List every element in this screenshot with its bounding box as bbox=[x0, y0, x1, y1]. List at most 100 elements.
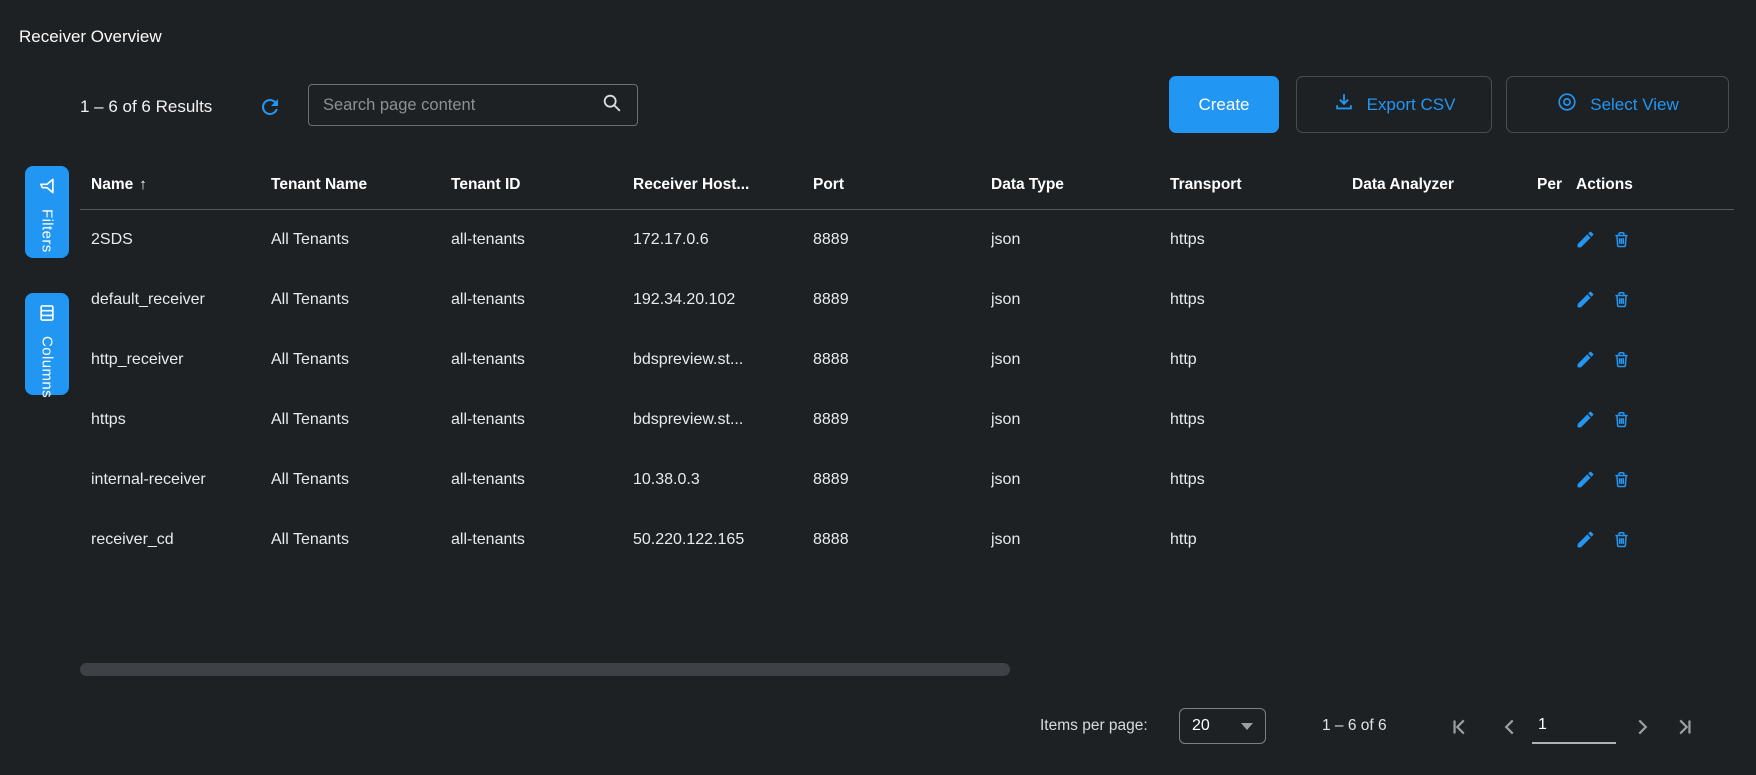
column-header-port[interactable]: Port bbox=[813, 176, 991, 194]
first-page-icon bbox=[1448, 715, 1472, 739]
column-header-transport[interactable]: Transport bbox=[1170, 176, 1352, 194]
sort-ascending-icon: ↑ bbox=[139, 176, 147, 193]
delete-trash-icon[interactable] bbox=[1610, 409, 1632, 431]
table-row: 2SDSAll Tenantsall-tenants172.17.0.68889… bbox=[80, 210, 1734, 270]
table-row: default_receiverAll Tenantsall-tenants19… bbox=[80, 270, 1734, 330]
next-page-button[interactable] bbox=[1630, 715, 1654, 739]
edit-pencil-icon[interactable] bbox=[1574, 529, 1596, 551]
cell-actions bbox=[1568, 349, 1734, 371]
refresh-icon bbox=[258, 106, 282, 123]
cell-name: https bbox=[91, 411, 271, 429]
cell-receiver_host: 172.17.0.6 bbox=[633, 231, 813, 249]
cell-port: 8889 bbox=[813, 471, 991, 489]
cell-receiver_host: 10.38.0.3 bbox=[633, 471, 813, 489]
table-columns-icon bbox=[37, 303, 57, 328]
cell-data_type: json bbox=[991, 351, 1170, 369]
cell-port: 8889 bbox=[813, 291, 991, 309]
cell-data_type: json bbox=[991, 531, 1170, 549]
cell-tenant_id: all-tenants bbox=[451, 351, 633, 369]
filters-tab-label: Filters bbox=[39, 209, 56, 253]
cell-actions bbox=[1568, 409, 1734, 431]
eye-icon bbox=[1556, 91, 1578, 118]
cell-port: 8889 bbox=[813, 231, 991, 249]
delete-trash-icon[interactable] bbox=[1610, 289, 1632, 311]
column-header-receiver_host[interactable]: Receiver Host... bbox=[633, 176, 813, 194]
column-header-data_analyzer[interactable]: Data Analyzer bbox=[1352, 176, 1537, 194]
search-icon bbox=[601, 92, 623, 119]
cell-tenant_id: all-tenants bbox=[451, 411, 633, 429]
page-number-field bbox=[1532, 708, 1616, 744]
export-csv-button[interactable]: Export CSV bbox=[1296, 76, 1492, 133]
cell-tenant_id: all-tenants bbox=[451, 291, 633, 309]
delete-trash-icon[interactable] bbox=[1610, 229, 1632, 251]
results-count: 1 – 6 of 6 Results bbox=[80, 97, 212, 117]
sidebar-tab-columns[interactable]: Columns bbox=[25, 293, 69, 395]
cell-tenant_name: All Tenants bbox=[271, 231, 451, 249]
delete-trash-icon[interactable] bbox=[1610, 529, 1632, 551]
receivers-table: Name↑Tenant Name Tenant IDReceiver Host..… bbox=[80, 160, 1734, 570]
column-header-per[interactable]: Per bbox=[1537, 176, 1563, 194]
table-row: httpsAll Tenantsall-tenantsbdspreview.st… bbox=[80, 390, 1734, 450]
sidebar-tab-filters[interactable]: Filters bbox=[25, 166, 69, 258]
cell-tenant_id: all-tenants bbox=[451, 231, 633, 249]
column-header-label: Receiver Host... bbox=[633, 176, 749, 193]
column-header-label: Data Analyzer bbox=[1352, 176, 1454, 193]
cell-tenant_name: All Tenants bbox=[271, 351, 451, 369]
table-body: 2SDSAll Tenantsall-tenants172.17.0.68889… bbox=[80, 210, 1734, 570]
items-per-page-select[interactable]: 20 bbox=[1179, 708, 1266, 744]
edit-pencil-icon[interactable] bbox=[1574, 289, 1596, 311]
table-row: receiver_cdAll Tenantsall-tenants50.220.… bbox=[80, 510, 1734, 570]
table-row: http_receiverAll Tenantsall-tenantsbdspr… bbox=[80, 330, 1734, 390]
cell-tenant_name: All Tenants bbox=[271, 471, 451, 489]
create-button[interactable]: Create bbox=[1169, 76, 1279, 133]
first-page-button[interactable] bbox=[1448, 715, 1472, 739]
pagination-range: 1 – 6 of 6 bbox=[1322, 708, 1387, 744]
cell-transport: https bbox=[1170, 231, 1352, 249]
delete-trash-icon[interactable] bbox=[1610, 469, 1632, 491]
cell-receiver_host: bdspreview.st... bbox=[633, 411, 813, 429]
cell-port: 8888 bbox=[813, 531, 991, 549]
cell-tenant_name: All Tenants bbox=[271, 411, 451, 429]
column-header-label: Transport bbox=[1170, 176, 1241, 193]
cell-name: http_receiver bbox=[91, 351, 271, 369]
refresh-button[interactable] bbox=[258, 95, 282, 119]
column-header-tenant_id[interactable]: Tenant ID bbox=[451, 176, 633, 194]
delete-trash-icon[interactable] bbox=[1610, 349, 1632, 371]
cell-receiver_host: bdspreview.st... bbox=[633, 351, 813, 369]
column-header-actions: Actions bbox=[1568, 176, 1734, 194]
cell-transport: https bbox=[1170, 411, 1352, 429]
page-number-input[interactable] bbox=[1532, 708, 1616, 742]
cell-transport: https bbox=[1170, 471, 1352, 489]
cell-receiver_host: 50.220.122.165 bbox=[633, 531, 813, 549]
column-header-tenant_name[interactable]: Tenant Name bbox=[271, 176, 451, 194]
edit-pencil-icon[interactable] bbox=[1574, 469, 1596, 491]
chevron-down-icon bbox=[1241, 723, 1253, 730]
previous-page-icon bbox=[1498, 715, 1522, 739]
cell-actions bbox=[1568, 229, 1734, 251]
cell-transport: https bbox=[1170, 291, 1352, 309]
next-page-icon bbox=[1630, 715, 1654, 739]
previous-page-button[interactable] bbox=[1498, 715, 1522, 739]
column-header-label: Per bbox=[1537, 176, 1562, 193]
select-view-button[interactable]: Select View bbox=[1506, 76, 1729, 133]
columns-tab-label: Columns bbox=[39, 336, 56, 398]
last-page-icon bbox=[1672, 715, 1696, 739]
cell-actions bbox=[1568, 529, 1734, 551]
column-header-name[interactable]: Name↑ bbox=[91, 176, 271, 194]
last-page-button[interactable] bbox=[1672, 715, 1696, 739]
cell-tenant_name: All Tenants bbox=[271, 531, 451, 549]
edit-pencil-icon[interactable] bbox=[1574, 349, 1596, 371]
cell-receiver_host: 192.34.20.102 bbox=[633, 291, 813, 309]
column-header-data_type[interactable]: Data Type bbox=[991, 176, 1170, 194]
cell-name: 2SDS bbox=[91, 231, 271, 249]
horizontal-scrollbar-thumb[interactable] bbox=[80, 663, 1010, 676]
column-header-label: Tenant Name bbox=[271, 176, 367, 193]
cell-data_type: json bbox=[991, 291, 1170, 309]
items-per-page-label: Items per page: bbox=[1040, 708, 1148, 744]
column-header-label: Port bbox=[813, 176, 844, 193]
edit-pencil-icon[interactable] bbox=[1574, 229, 1596, 251]
search-input[interactable] bbox=[309, 85, 601, 125]
edit-pencil-icon[interactable] bbox=[1574, 409, 1596, 431]
cell-tenant_id: all-tenants bbox=[451, 471, 633, 489]
download-icon bbox=[1333, 91, 1355, 118]
